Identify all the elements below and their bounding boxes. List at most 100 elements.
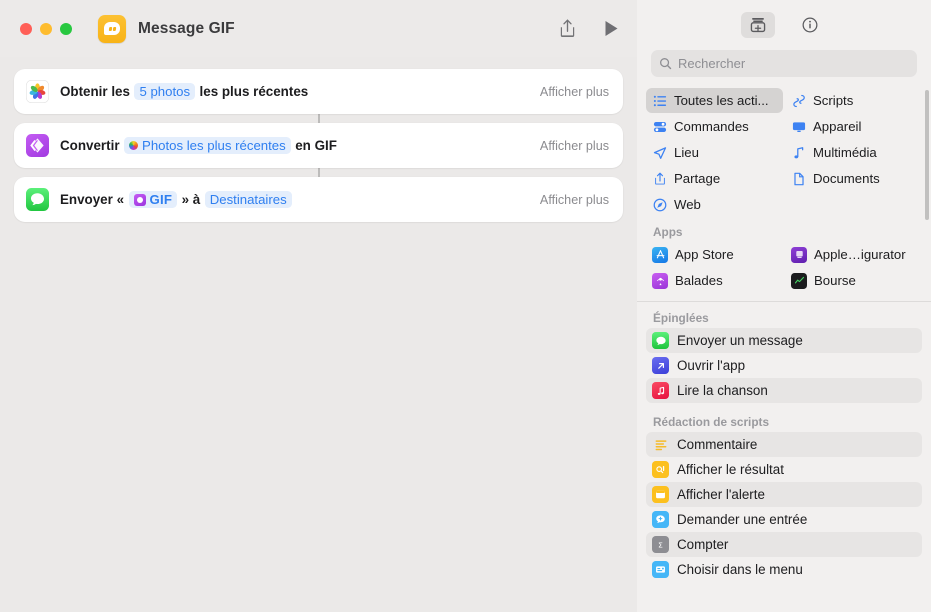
documents-icon [791,171,806,186]
action-connector [317,168,320,177]
shortcuts-window: Message GIF Obtenir les 5 photos les plu… [0,0,931,612]
action-card[interactable]: Envoyer « GIF » à Destinataires Afficher… [14,177,623,222]
parameter-token-label: GIF [149,192,173,207]
action-prefix: Envoyer « [60,192,125,207]
messages-app-icon [26,188,49,211]
list-item-label: Afficher l'alerte [677,487,765,502]
sidebar-item-label: Commandes [674,119,749,134]
info-icon[interactable] [793,12,827,38]
list-item-compter[interactable]: Σ Compter [646,532,922,557]
list-item-envoyer-un-message[interactable]: Envoyer un message [646,328,922,353]
sidebar-item-sharing[interactable]: Partage [646,166,783,191]
action-suffix: les plus récentes [199,84,309,99]
list-item-ouvrir-lapp[interactable]: Ouvrir l'app [646,353,922,378]
podcasts-icon [652,272,668,289]
list-item-label: Apple…igurator [814,247,906,262]
parameter-token-recipients[interactable]: Destinataires [204,191,292,208]
show-alert-icon [652,486,669,503]
workflow-editor: Obtenir les 5 photos les plus récentes A… [0,57,637,612]
minimize-button[interactable] [40,22,52,35]
list-icon [652,93,667,108]
open-app-icon [652,357,669,374]
list-item-label: Choisir dans le menu [677,562,803,577]
action-library-pane: Rechercher Toutes les acti... Scripts Co… [637,0,931,612]
list-item-label: Demander une entrée [677,512,808,527]
sidebar-item-web[interactable]: Web [646,192,783,217]
library-bottom-pane: Épinglées Envoyer un message Ouvrir l'ap… [637,301,931,612]
action-prefix: Convertir [60,138,120,153]
share-icon [652,171,667,186]
category-grid: Toutes les acti... Scripts Commandes App… [637,88,931,217]
parameter-token-gif[interactable]: GIF [128,191,178,208]
run-icon[interactable] [604,20,619,37]
title-bar: Message GIF [0,0,637,57]
library-toolbar [637,0,931,50]
titlebar-actions [559,19,619,38]
show-more-button[interactable]: Afficher plus [540,139,609,153]
parameter-token-count[interactable]: 5 photos [134,83,196,100]
library-scrollbar[interactable] [925,90,929,220]
action-description: Obtenir les 5 photos les plus récentes [60,83,308,100]
photos-variable-icon [129,141,139,150]
pinned-section-header: Épinglées [653,311,709,325]
list-item-lire-la-chanson[interactable]: Lire la chanson [646,378,922,403]
divider [637,301,931,302]
share-icon[interactable] [559,19,576,38]
list-item-choisir-dans-le-menu[interactable]: Choisir dans le menu [646,557,922,582]
apps-section-header: Apps [653,225,683,239]
list-item[interactable]: Apple…igurator [785,242,922,267]
list-item[interactable]: Bourse [785,268,922,293]
list-item-demander-une-entree[interactable]: Demander une entrée [646,507,922,532]
sidebar-item-label: Multimédia [813,145,877,160]
list-item-label: Envoyer un message [677,333,803,348]
sidebar-item-device[interactable]: Appareil [785,114,922,139]
convert-media-icon [26,134,49,157]
messages-icon [652,332,669,349]
sidebar-item-location[interactable]: Lieu [646,140,783,165]
zoom-button[interactable] [60,22,72,35]
location-icon [652,145,667,160]
sidebar-item-all-actions[interactable]: Toutes les acti... [646,88,783,113]
search-input[interactable]: Rechercher [651,50,917,77]
parameter-token-variable[interactable]: Photos les plus récentes [124,137,291,154]
parameter-token-label: Photos les plus récentes [142,138,286,153]
sidebar-item-media[interactable]: Multimédia [785,140,922,165]
traffic-lights [20,22,72,35]
gif-variable-icon [133,193,146,206]
action-connector [317,114,320,123]
list-item-afficher-le-resultat[interactable]: Afficher le résultat [646,457,922,482]
show-more-button[interactable]: Afficher plus [540,193,609,207]
sidebar-item-scripts[interactable]: Scripts [785,88,922,113]
action-card[interactable]: Obtenir les 5 photos les plus récentes A… [14,69,623,114]
show-more-button[interactable]: Afficher plus [540,85,609,99]
list-item-label: Bourse [814,273,856,288]
music-icon [652,382,669,399]
action-prefix: Obtenir les [60,84,130,99]
list-item-afficher-lalerte[interactable]: Afficher l'alerte [646,482,922,507]
list-item-label: Ouvrir l'app [677,358,746,373]
action-library-icon[interactable] [741,12,775,38]
stocks-icon [791,272,807,289]
sidebar-item-label: Appareil [813,119,862,134]
list-item-label: Afficher le résultat [677,462,784,477]
search-container: Rechercher [637,50,931,77]
sidebar-item-controls[interactable]: Commandes [646,114,783,139]
action-card[interactable]: Convertir Photos les plus récentes en GI… [14,123,623,168]
sidebar-item-documents[interactable]: Documents [785,166,922,191]
apps-grid: App Store Apple…igurator Balades Bourse [637,242,931,293]
list-item[interactable]: App Store [646,242,783,267]
parameter-token-label: 5 photos [139,84,191,99]
list-item[interactable]: Balades [646,268,783,293]
apple-configurator-icon [791,246,807,263]
show-result-icon [652,461,669,478]
photos-app-icon [26,80,49,103]
list-item-commentaire[interactable]: Commentaire [646,432,922,457]
action-mid: » à [181,192,201,207]
page-title: Message GIF [138,19,235,37]
scripts-icon [791,93,806,108]
list-item-label: App Store [675,247,734,262]
search-placeholder: Rechercher [678,56,746,71]
parameter-token-label: Destinataires [209,192,287,207]
search-icon [660,58,672,70]
close-button[interactable] [20,22,32,35]
